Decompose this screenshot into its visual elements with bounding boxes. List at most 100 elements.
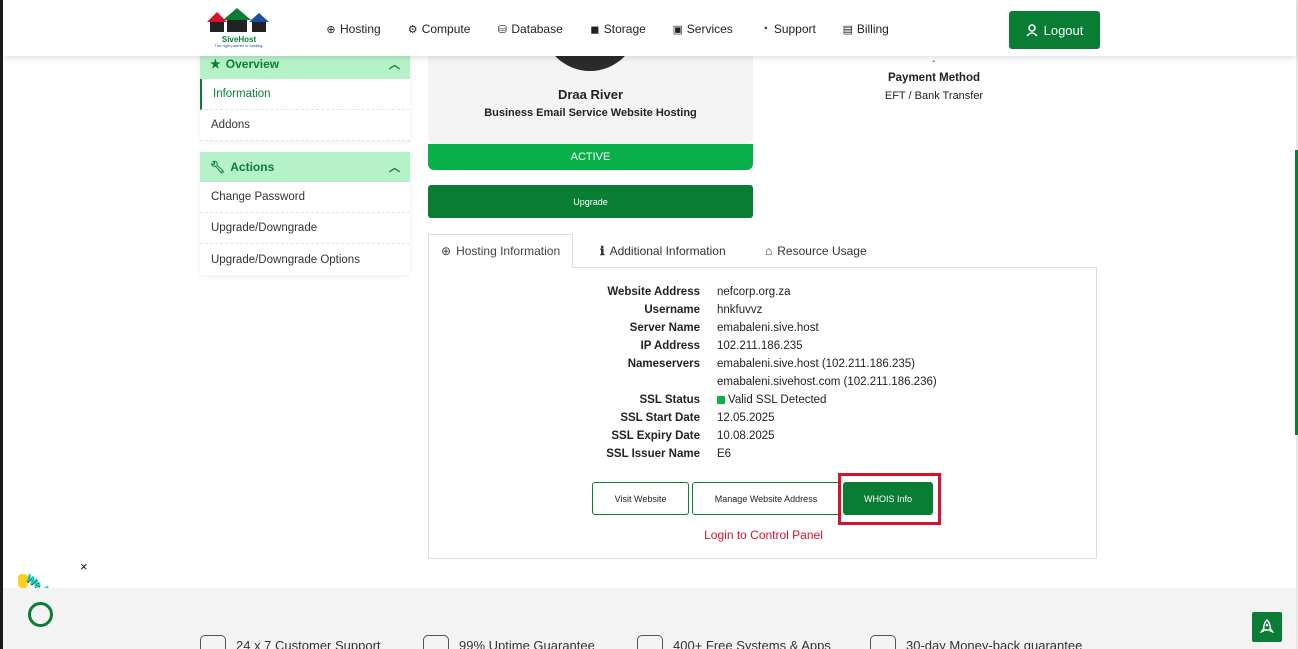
sidebar-item-upgrade-downgrade-options[interactable]: Upgrade/Downgrade Options <box>200 244 410 275</box>
feature-label: 30-day Money-back guarantee <box>906 637 1083 649</box>
nav-support[interactable]: ◔ Support <box>759 22 816 36</box>
logout-button[interactable]: Logout <box>1009 11 1100 49</box>
info-row-ssl-status: SSL Status Valid SSL Detected <box>429 394 1098 412</box>
info-value: 12.05.2025 <box>717 412 775 424</box>
main-nav: ⊕ Hosting ⚙ Compute ⛁ Database ◼ Storage… <box>325 22 889 36</box>
sidebar-item-upgrade-downgrade[interactable]: Upgrade/Downgrade <box>200 213 410 244</box>
info-label: SSL Status <box>639 394 701 406</box>
user-icon <box>1026 23 1038 37</box>
info-label: Server Name <box>629 322 700 334</box>
chat-bubble-icon <box>28 602 53 627</box>
status-badge: ACTIVE <box>428 144 753 170</box>
close-icon[interactable]: × <box>80 559 88 574</box>
info-row-ssl-start-date: SSL Start Date 12.05.2025 <box>429 412 1098 430</box>
sidebar-actions-panel: 🔧︎ Actions ︿ Change Password Upgrade/Dow… <box>200 152 410 275</box>
info-value-ssl: Valid SSL Detected <box>717 394 826 406</box>
nav-label: Database <box>511 22 563 36</box>
payment-method-label: Payment Method <box>887 72 980 84</box>
product-card: Draa River Business Email Service Websit… <box>428 16 753 144</box>
tab-additional-information[interactable]: ℹ Additional Information <box>588 234 738 268</box>
info-row-ssl-issuer-name: SSL Issuer Name E6 <box>429 448 1098 466</box>
headset-icon: ◔ <box>761 23 769 35</box>
feature-label: 99% Uptime Guarantee <box>459 637 595 649</box>
tab-hosting-information[interactable]: ⊕ Hosting Information <box>428 234 574 268</box>
sidebar-item-change-password[interactable]: Change Password <box>200 182 410 213</box>
upgrade-button[interactable]: Upgrade <box>428 185 753 218</box>
globe-icon: ⊕ <box>441 244 452 258</box>
nav-database[interactable]: ⛁ Database <box>496 22 563 36</box>
nav-label: Compute <box>421 22 471 36</box>
sidebar-item-addons[interactable]: Addons <box>200 110 410 141</box>
feature-label: 24 x 7 Customer Support <box>236 637 381 649</box>
drive-icon: ⌂ <box>765 244 773 258</box>
invoice-icon: ▤ <box>842 23 854 36</box>
sidebar-item-information[interactable]: Information <box>200 79 410 110</box>
window-left-edge <box>0 0 3 649</box>
wrench-icon: 🔧︎ <box>210 160 226 174</box>
gift-icon: ▣ <box>672 23 683 36</box>
payment-dash: - <box>932 56 936 67</box>
info-label: IP Address <box>640 340 700 352</box>
info-value: nefcorp.org.za <box>717 286 791 298</box>
ssl-status-text: Valid SSL Detected <box>728 394 827 406</box>
tab-label: Hosting Information <box>456 244 561 258</box>
nav-compute[interactable]: ⚙ Compute <box>407 22 471 36</box>
info-value: emabaleni.sive.host <box>717 322 819 334</box>
chevron-up-icon: ︿ <box>389 59 400 71</box>
info-row-ssl-expiry-date: SSL Expiry Date 10.08.2025 <box>429 430 1098 448</box>
nav-storage[interactable]: ◼ Storage <box>589 22 646 36</box>
nav-label: Billing <box>856 22 889 36</box>
lock-icon <box>717 396 725 404</box>
info-row-nameservers: Nameservers emabaleni.sive.host (102.211… <box>429 358 1098 376</box>
info-row-website-address: Website Address nefcorp.org.za <box>429 286 1098 304</box>
money-hand-icon <box>870 635 896 649</box>
info-value: 10.08.2025 <box>717 430 775 442</box>
info-label: SSL Issuer Name <box>606 448 700 460</box>
headset-icon <box>200 635 226 649</box>
product-name: Draa River <box>557 87 624 102</box>
payment-method-value: EFT / Bank Transfer <box>884 90 984 102</box>
tab-label: Resource Usage <box>777 244 867 258</box>
nav-label: Storage <box>603 22 646 36</box>
scroll-to-top-button[interactable] <box>1252 612 1282 642</box>
info-row-ip-address: IP Address 102.211.186.235 <box>429 340 1098 358</box>
gear-icon: ⚙ <box>407 23 418 36</box>
info-label: Website Address <box>607 286 700 298</box>
whois-info-button[interactable]: WHOIS Info <box>843 482 933 515</box>
nav-services[interactable]: ▣ Services <box>672 22 733 36</box>
info-value: 102.211.186.235 <box>717 340 803 352</box>
info-row-server-name: Server Name emabaleni.sive.host <box>429 322 1098 340</box>
logo-tagline: The right partner in hosting. <box>214 43 264 48</box>
manage-website-address-button[interactable]: Manage Website Address <box>692 482 840 515</box>
tab-resource-usage[interactable]: ⌂ Resource Usage <box>753 234 879 268</box>
login-control-panel-link[interactable]: Login to Control Panel <box>429 528 1098 542</box>
houses-logo-icon <box>207 8 269 32</box>
tab-label: Additional Information <box>609 244 726 258</box>
box-icon: ◼ <box>590 23 600 36</box>
sivehost-logo[interactable]: SiveHost The right partner in hosting. <box>203 8 275 50</box>
database-icon: ⛁ <box>497 23 507 36</box>
info-icon: ℹ <box>600 244 605 258</box>
feature-support: 24 x 7 Customer Support <box>200 631 381 649</box>
info-row-nameservers-2: emabaleni.sivehost.com (102.211.186.236) <box>429 376 1098 394</box>
info-row-username: Username hnkfuvvz <box>429 304 1098 322</box>
sidebar-actions-header[interactable]: 🔧︎ Actions ︿ <box>200 152 410 182</box>
nav-billing[interactable]: ▤ Billing <box>842 22 889 36</box>
info-value: E6 <box>717 448 732 460</box>
info-label: SSL Start Date <box>620 412 700 424</box>
chevron-up-icon: ︿ <box>389 162 400 174</box>
info-label: Username <box>644 304 700 316</box>
top-navbar: SiveHost The right partner in hosting. ⊕… <box>3 0 1296 56</box>
info-value: emabaleni.sive.host (102.211.186.235) <box>717 358 915 370</box>
feature-label: 400+ Free Systems & Apps <box>673 637 831 649</box>
nav-label: Hosting <box>340 22 381 36</box>
percent-badge-icon <box>637 635 663 649</box>
info-label: SSL Expiry Date <box>611 430 700 442</box>
visit-website-button[interactable]: Visit Website <box>592 482 689 515</box>
nav-hosting[interactable]: ⊕ Hosting <box>325 22 381 36</box>
star-icon: ★ <box>210 57 221 71</box>
hosting-information-panel: Website Address nefcorp.org.za Username … <box>428 267 1097 559</box>
sidebar-actions-title: Actions <box>230 160 275 174</box>
nav-label: Support <box>773 22 816 36</box>
sidebar-overview-title: Overview <box>225 57 280 71</box>
